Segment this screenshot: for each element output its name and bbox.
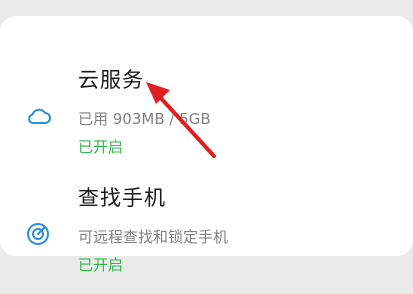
cloud-service-item[interactable]: 云服务 已用 903MB / 5GB 已开启 [0, 56, 413, 166]
status-label: 已开启 [78, 138, 124, 156]
item-subtitle: 可远程查找和锁定手机 [78, 228, 229, 246]
item-subtitle: 已用 903MB / 5GB [78, 110, 211, 128]
item-title: 查找手机 [78, 186, 166, 210]
item-title: 云服务 [78, 68, 144, 92]
find-phone-item[interactable]: 查找手机 可远程查找和锁定手机 已开启 [0, 174, 413, 294]
settings-card: 云服务 已用 903MB / 5GB 已开启 查找手机 可远程查找和锁定手机 已… [0, 16, 413, 274]
cloud-icon [24, 102, 52, 130]
locate-icon [24, 220, 52, 248]
status-label: 已开启 [78, 256, 124, 274]
